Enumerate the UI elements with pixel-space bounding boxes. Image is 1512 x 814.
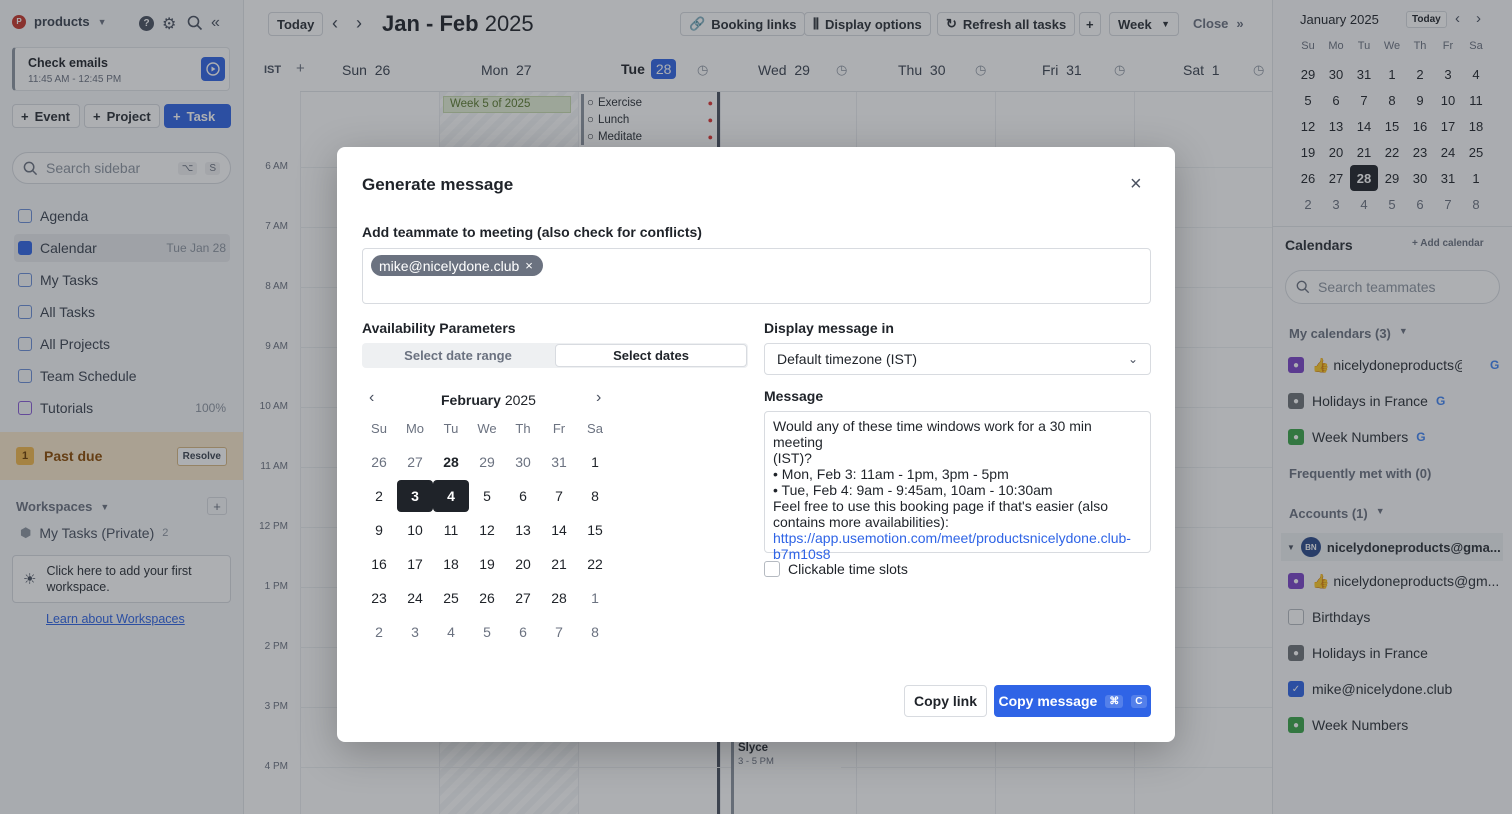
message-label: Message: [764, 388, 824, 404]
remove-icon[interactable]: ×: [525, 258, 533, 273]
picker-weekdays: Su Mo Tu We Th Fr Sa: [371, 421, 603, 436]
availability-segmented-control: Select date range Select dates: [362, 343, 748, 368]
teammate-input[interactable]: mike@nicelydone.club ×: [362, 248, 1151, 304]
picker-week: 2345678: [375, 624, 599, 640]
chevron-right-icon[interactable]: ›: [596, 389, 601, 407]
availability-label: Availability Parameters: [362, 320, 516, 336]
picker-month-title: February 2025: [441, 392, 536, 408]
selected-date[interactable]: 3: [397, 480, 433, 512]
segment-select-dates[interactable]: Select dates: [555, 344, 747, 367]
selected-date[interactable]: 4: [433, 480, 469, 512]
chevron-left-icon[interactable]: ‹: [369, 389, 374, 407]
chevron-down-icon: ⌄: [1127, 352, 1138, 366]
message-textarea[interactable]: Would any of these time windows work for…: [764, 411, 1151, 562]
close-icon[interactable]: ×: [1130, 173, 1142, 196]
timezone-select[interactable]: Default timezone (IST) ⌄: [764, 343, 1151, 375]
shortcut-key: ⌘: [1105, 694, 1124, 708]
copy-message-button[interactable]: Copy message ⌘ C: [994, 685, 1151, 717]
display-in-label: Display message in: [764, 320, 894, 336]
checkbox-icon: [764, 561, 780, 577]
shortcut-key: C: [1131, 694, 1147, 708]
copy-link-button[interactable]: Copy link: [904, 685, 987, 717]
booking-link[interactable]: https://app.usemotion.com/meet/productsn…: [773, 530, 1142, 546]
date-picker-grid: 26 27 28 29 30 31 1 2345678 9 10 11 12 13 14 15 16 17…: [361, 446, 613, 648]
picker-week: 23 24 25 26 27 28 1: [371, 590, 599, 606]
booking-link[interactable]: b7m10s8: [773, 546, 1142, 562]
picker-week: 2345678: [361, 480, 613, 512]
generate-message-modal: Generate message × Add teammate to meeti…: [337, 147, 1175, 742]
picker-week: 9 10 11 12 13 14 15: [375, 522, 603, 538]
teammate-label: Add teammate to meeting (also check for …: [362, 224, 702, 240]
clickable-slots-checkbox[interactable]: Clickable time slots: [764, 561, 908, 577]
picker-week: 26 27 28 29 30 31 1: [371, 454, 599, 470]
segment-date-range[interactable]: Select date range: [362, 343, 554, 368]
teammate-chip: mike@nicelydone.club ×: [371, 255, 543, 276]
modal-title: Generate message: [362, 175, 514, 194]
picker-week: 16 17 18 19 20 21 22: [371, 556, 603, 572]
